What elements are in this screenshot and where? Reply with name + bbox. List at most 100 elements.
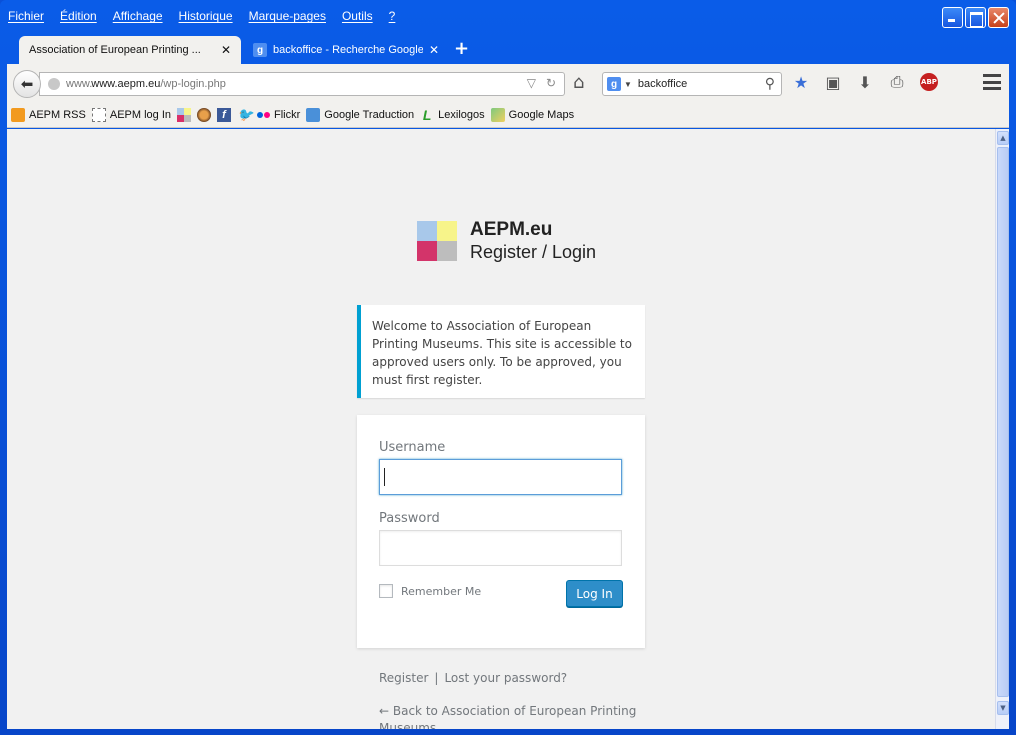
menu-help[interactable]: ? — [389, 9, 396, 23]
print-icon[interactable]: ⎙ — [888, 72, 906, 92]
new-tab-button[interactable]: + — [454, 38, 469, 59]
maps-icon — [490, 107, 505, 122]
engine-dropdown-icon[interactable]: ▼ — [624, 80, 632, 89]
scroll-up-button[interactable]: ▲ — [997, 131, 1009, 145]
vertical-scrollbar[interactable]: ▲ ▼ — [995, 129, 1009, 729]
globe-icon — [48, 78, 60, 90]
register-link[interactable]: Register — [379, 671, 428, 685]
bookmark-facebook[interactable]: f — [217, 107, 231, 122]
tab-google-search[interactable]: g backoffice - Recherche Google ✕ — [243, 36, 449, 64]
aepm-logo-icon — [177, 107, 191, 122]
text-caret — [384, 468, 385, 486]
aepm-logo-icon — [417, 221, 457, 261]
password-input[interactable] — [379, 530, 622, 566]
logo-subtitle: Register / Login — [470, 242, 597, 262]
search-bar[interactable]: g ▼ backoffice ⚲ — [602, 72, 782, 96]
rss-icon — [11, 107, 25, 122]
maximize-button[interactable] — [965, 7, 986, 28]
back-to-site-link[interactable]: ← Back to Association of European Printi… — [379, 703, 639, 729]
search-icon[interactable]: ⚲ — [765, 75, 775, 92]
menu-historique[interactable]: Historique — [179, 9, 233, 23]
tab-close-icon[interactable]: ✕ — [221, 43, 231, 57]
menu-affichage[interactable]: Affichage — [113, 9, 163, 23]
browser-window: Fichier Édition Affichage Historique Mar… — [0, 0, 1016, 735]
twitter-icon: 🐦 — [237, 106, 254, 122]
translate-icon — [306, 107, 321, 122]
clipboard-icon[interactable]: ▣ — [824, 73, 842, 92]
bookmark-aepm-rss[interactable]: AEPM RSS — [11, 107, 86, 122]
site-logo[interactable]: AEPM.eu Register / Login — [417, 219, 596, 263]
page-content: AEPM.eu Register / Login Welcome to Asso… — [7, 129, 995, 729]
remember-me-label[interactable]: Remember Me — [401, 585, 481, 598]
scroll-down-button[interactable]: ▼ — [997, 701, 1009, 715]
menu-bar: Fichier Édition Affichage Historique Mar… — [8, 9, 395, 23]
window-controls — [942, 7, 1009, 28]
toolbar-icons: ★ ▣ ⬇ ⎙ ABP — [792, 72, 938, 92]
adblock-icon[interactable]: ABP — [920, 73, 938, 91]
menu-fichier[interactable]: Fichier — [8, 9, 44, 23]
remember-me[interactable]: Remember Me — [379, 584, 481, 598]
back-button[interactable]: ⬅ — [13, 70, 41, 98]
login-nav-links: Register | Lost your password? — [379, 671, 567, 685]
login-form: Username Password Remember Me Log In — [357, 415, 645, 648]
bookmark-label: Google Traduction — [324, 108, 415, 121]
scroll-thumb[interactable] — [997, 147, 1009, 697]
tab-title: backoffice - Recherche Google — [273, 44, 423, 56]
window-border — [0, 729, 1016, 735]
reload-icon[interactable]: ↻ — [546, 76, 556, 90]
bookmark-aepm-login[interactable]: AEPM log In — [91, 107, 171, 122]
address-bar[interactable]: www. www.aepm.eu/wp-login.php ▽ ↻ — [39, 72, 565, 96]
bookmark-google-maps[interactable]: Google Maps — [490, 107, 575, 122]
lexilogos-icon: L — [422, 106, 432, 123]
bookmark-lexilogos[interactable]: L Lexilogos — [420, 106, 485, 123]
bookmark-star-icon[interactable]: ★ — [792, 73, 810, 92]
username-input[interactable] — [379, 459, 622, 495]
home-icon[interactable]: ⌂ — [573, 72, 584, 93]
menu-outils[interactable]: Outils — [342, 9, 373, 23]
bookmark-label: Flickr — [274, 108, 301, 121]
menu-hamburger-icon[interactable] — [983, 74, 1001, 90]
tab-close-icon[interactable]: ✕ — [429, 43, 439, 57]
bookmark-flickr[interactable]: Flickr — [257, 109, 300, 121]
bookmark-label: AEPM log In — [109, 108, 171, 121]
menu-marque-pages[interactable]: Marque-pages — [249, 9, 326, 23]
bookmark-label: AEPM RSS — [29, 108, 86, 121]
title-bar: Fichier Édition Affichage Historique Mar… — [0, 0, 1016, 34]
close-window-button[interactable] — [988, 7, 1009, 28]
lost-password-link[interactable]: Lost your password? — [444, 671, 567, 685]
bookmarks-bar: AEPM RSS AEPM log In f 🐦 Flickr Google T… — [7, 102, 1009, 128]
search-input[interactable]: backoffice — [638, 78, 687, 90]
google-icon[interactable]: g — [607, 77, 621, 91]
bookmark-label: Google Maps — [508, 108, 575, 121]
minimize-button[interactable] — [942, 7, 963, 28]
bookmark-aepm-logo[interactable] — [177, 107, 191, 122]
url-prefix: www. — [66, 78, 93, 90]
dashed-page-icon — [91, 107, 106, 122]
welcome-message: Welcome to Association of European Print… — [357, 305, 645, 398]
back-arrow-icon: ⬅ — [20, 75, 34, 93]
bookmark-label: Lexilogos — [438, 108, 485, 121]
bookmark-twitter[interactable]: 🐦 — [237, 106, 254, 122]
menu-edition[interactable]: Édition — [60, 9, 97, 23]
flickr-icon — [257, 111, 270, 118]
remember-me-checkbox[interactable] — [379, 584, 393, 598]
link-separator: | — [434, 671, 439, 685]
tab-bar: Association of European Printing ... ✕ g… — [7, 34, 1009, 64]
logo-title: AEPM.eu — [470, 219, 553, 240]
username-label: Username — [379, 440, 446, 455]
tab-aepm[interactable]: Association of European Printing ... ✕ — [19, 36, 241, 64]
logo-text: AEPM.eu Register / Login — [470, 219, 596, 263]
mail-icon — [197, 107, 211, 122]
dropdown-arrow-icon[interactable]: ▽ — [527, 76, 536, 90]
facebook-icon: f — [217, 107, 231, 122]
google-icon: g — [253, 43, 267, 57]
bookmark-google-traduction[interactable]: Google Traduction — [306, 107, 415, 122]
download-icon[interactable]: ⬇ — [856, 73, 874, 92]
navigation-toolbar: www. www.aepm.eu/wp-login.php ▽ ↻ ⬅ ⌂ g ▼… — [7, 64, 1009, 102]
bookmark-mail[interactable] — [197, 107, 211, 122]
url-path: /wp-login.php — [160, 78, 226, 90]
address-bar-buttons: ▽ ↻ — [527, 76, 556, 90]
login-button[interactable]: Log In — [566, 580, 623, 607]
url-domain: www.aepm.eu — [91, 78, 161, 90]
tab-title: Association of European Printing ... — [29, 44, 201, 56]
